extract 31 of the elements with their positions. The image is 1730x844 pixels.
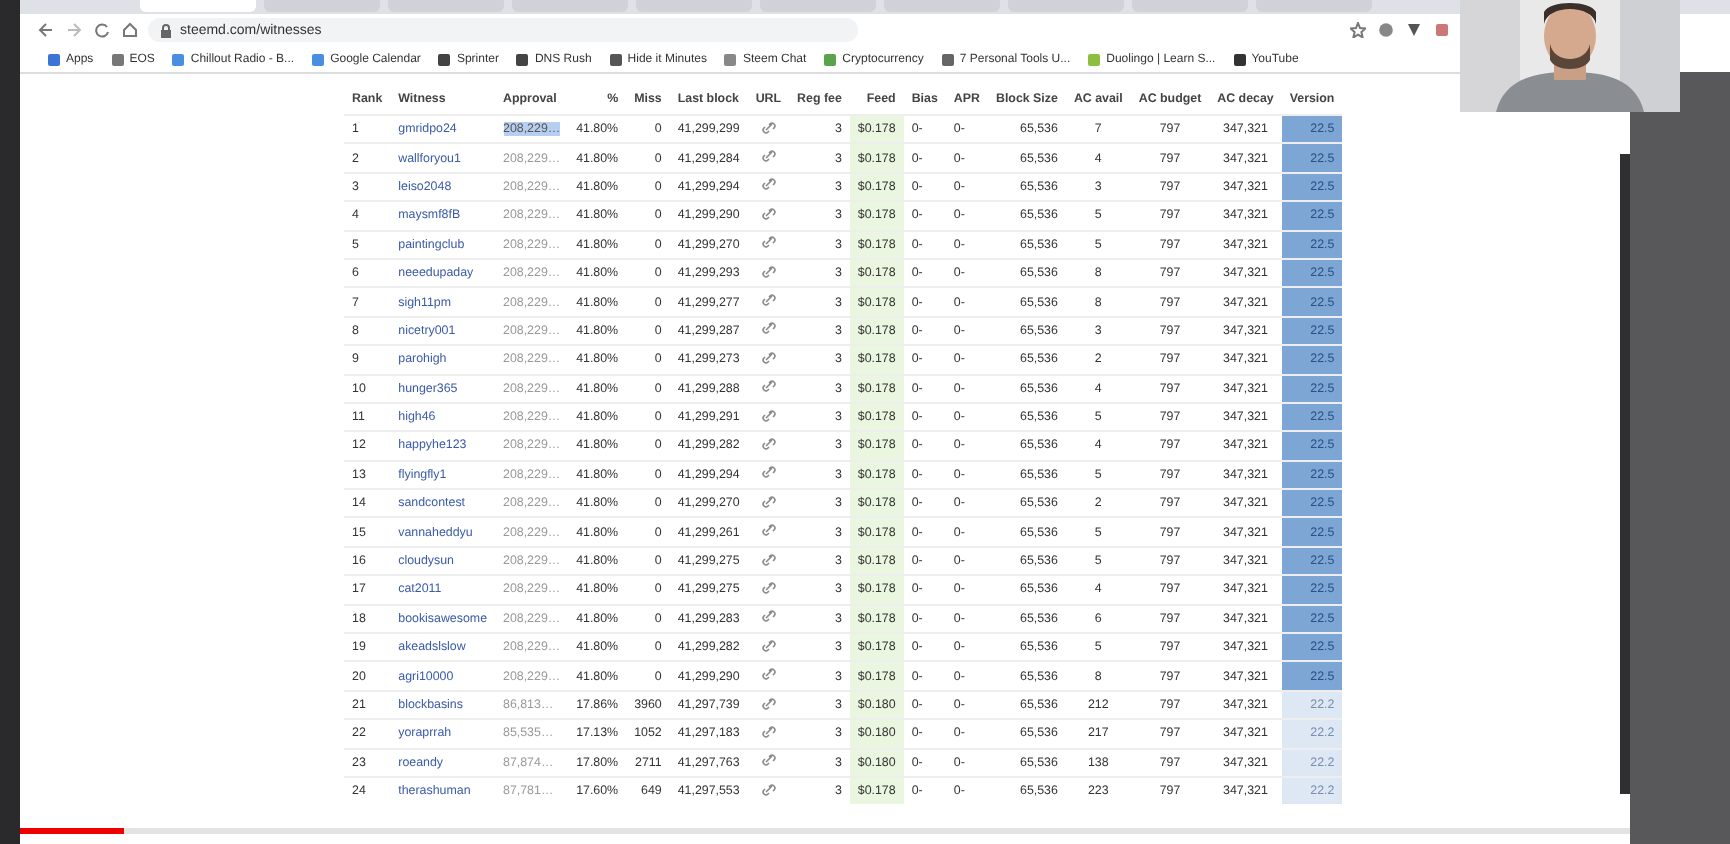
link-icon[interactable] [761,349,776,366]
link-icon[interactable] [761,522,776,539]
home-icon[interactable] [120,21,138,39]
link-icon[interactable] [761,493,776,510]
link-icon[interactable] [761,378,776,395]
link-icon[interactable] [761,205,776,222]
link-icon[interactable] [761,723,776,740]
link-icon[interactable] [761,320,776,337]
link-icon[interactable] [761,234,776,251]
link-icon[interactable] [761,407,776,424]
link-icon[interactable] [761,292,776,309]
link-icon[interactable] [761,464,776,481]
link-icon[interactable] [761,551,776,568]
link-icon[interactable] [761,781,776,798]
link-icon[interactable] [761,435,776,452]
link-icon[interactable] [761,119,776,136]
link-icon[interactable] [761,176,776,193]
link-icon[interactable] [761,148,776,165]
link-icon[interactable] [761,637,776,654]
scrollbar[interactable] [1620,154,1630,794]
link-icon[interactable] [761,695,776,711]
link-icon[interactable] [761,579,776,596]
star-icon[interactable] [1348,21,1366,39]
link-icon[interactable] [761,752,776,769]
link-icon[interactable] [761,263,776,280]
link-icon[interactable] [761,666,776,683]
back-icon[interactable] [36,21,54,39]
forward-icon[interactable] [64,21,82,39]
reload-icon[interactable] [92,21,110,39]
link-icon[interactable] [761,608,776,625]
lock-icon [160,23,172,37]
